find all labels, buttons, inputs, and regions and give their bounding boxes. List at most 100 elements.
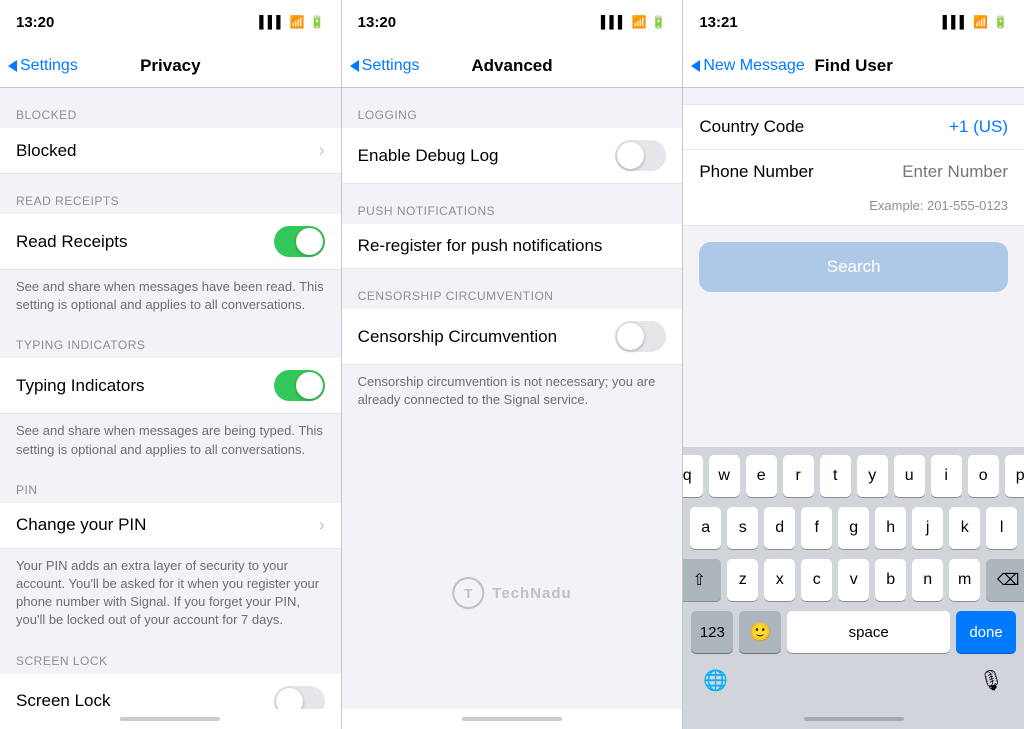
key-x[interactable]: x — [764, 559, 795, 601]
censor-toggle[interactable] — [615, 321, 666, 352]
form-row-country[interactable]: Country Code +1 (US) — [683, 104, 1024, 149]
section-header-blocked: BLOCKED — [0, 88, 341, 128]
section-header-push: PUSH NOTIFICATIONS — [342, 184, 683, 224]
key-y[interactable]: y — [857, 455, 888, 497]
key-c[interactable]: c — [801, 559, 832, 601]
home-indicator-1 — [0, 709, 341, 729]
phone-input[interactable] — [858, 162, 1008, 182]
key-u[interactable]: u — [894, 455, 925, 497]
chevron-left-icon-2 — [350, 60, 359, 72]
chevron-left-icon-1 — [8, 60, 17, 72]
country-label: Country Code — [699, 117, 804, 137]
row-read-receipts[interactable]: Read Receipts — [0, 214, 341, 270]
key-d[interactable]: d — [764, 507, 795, 549]
form-section: Country Code +1 (US) Phone Number Exampl… — [683, 104, 1024, 226]
nav-title-1: Privacy — [140, 56, 201, 76]
section-header-censor: CENSORSHIP CIRCUMVENTION — [342, 269, 683, 309]
nav-back-label-1[interactable]: Settings — [20, 57, 78, 75]
key-shift[interactable]: ⇧ — [682, 559, 721, 601]
key-globe[interactable]: 🌐 — [703, 659, 728, 701]
nav-back-1[interactable]: Settings — [8, 57, 78, 75]
debug-log-toggle[interactable] — [615, 140, 666, 171]
chevron-icon-blocked: › — [319, 140, 325, 161]
key-o[interactable]: o — [968, 455, 999, 497]
read-receipts-toggle[interactable] — [274, 226, 325, 257]
key-e[interactable]: e — [746, 455, 777, 497]
key-n[interactable]: n — [912, 559, 943, 601]
key-done[interactable]: done — [956, 611, 1016, 653]
key-k[interactable]: k — [949, 507, 980, 549]
signal-icon-1: ▌▌▌ — [259, 15, 285, 29]
row-push-notif[interactable]: Re-register for push notifications — [342, 224, 683, 269]
status-bar-1: 13:20 ▌▌▌ 📶 🔋 — [0, 0, 341, 44]
search-button[interactable]: Search — [699, 242, 1008, 292]
watermark-text: TechNadu — [492, 585, 571, 602]
push-notif-title: Re-register for push notifications — [358, 236, 667, 256]
typing-title: Typing Indicators — [16, 376, 274, 396]
status-time-1: 13:20 — [16, 14, 54, 31]
read-receipts-desc: See and share when messages have been re… — [0, 270, 341, 318]
kb-row-3: ⇧ z x c v b n m ⌫ — [687, 559, 1020, 601]
row-blocked[interactable]: Blocked › — [0, 128, 341, 174]
spacer — [683, 292, 1024, 447]
censor-title: Censorship Circumvention — [358, 327, 616, 347]
status-time-3: 13:21 — [699, 14, 737, 31]
home-bar-1 — [120, 717, 220, 721]
key-j[interactable]: j — [912, 507, 943, 549]
nav-back-2[interactable]: Settings — [350, 57, 420, 75]
key-delete[interactable]: ⌫ — [986, 559, 1024, 601]
nav-back-label-3[interactable]: New Message — [703, 57, 804, 75]
panel-finduser: 13:21 ▌▌▌ 📶 🔋 New Message Find User Coun… — [682, 0, 1024, 729]
country-value[interactable]: +1 (US) — [949, 117, 1008, 137]
key-b[interactable]: b — [875, 559, 906, 601]
example-text: Example: 201-555-0123 — [683, 194, 1024, 226]
key-q[interactable]: q — [682, 455, 702, 497]
row-screenlock[interactable]: Screen Lock — [0, 674, 341, 710]
key-p[interactable]: p — [1005, 455, 1024, 497]
row-typing[interactable]: Typing Indicators — [0, 358, 341, 414]
key-i[interactable]: i — [931, 455, 962, 497]
wifi-icon-2: 📶 — [631, 15, 646, 29]
key-mic[interactable]: 🎙 — [979, 659, 1004, 701]
status-icons-2: ▌▌▌ 📶 🔋 — [601, 15, 666, 29]
panel-privacy: 13:20 ▌▌▌ 📶 🔋 Settings Privacy BLOCKED B… — [0, 0, 341, 729]
nav-back-label-2[interactable]: Settings — [362, 57, 420, 75]
screenlock-toggle[interactable] — [274, 686, 325, 710]
panel-advanced: 13:20 ▌▌▌ 📶 🔋 Settings Advanced LOGGING … — [341, 0, 683, 729]
nav-title-3: Find User — [814, 56, 892, 76]
key-a[interactable]: a — [690, 507, 721, 549]
key-v[interactable]: v — [838, 559, 869, 601]
key-z[interactable]: z — [727, 559, 758, 601]
key-num[interactable]: 123 — [691, 611, 733, 653]
key-emoji[interactable]: 🙂 — [739, 611, 781, 653]
home-indicator-3 — [683, 709, 1024, 729]
key-g[interactable]: g — [838, 507, 869, 549]
pin-desc: Your PIN adds an extra layer of security… — [0, 549, 341, 634]
section-header-read: READ RECEIPTS — [0, 174, 341, 214]
key-h[interactable]: h — [875, 507, 906, 549]
section-header-logging: LOGGING — [342, 88, 683, 128]
battery-icon-3: 🔋 — [993, 15, 1008, 29]
form-row-phone[interactable]: Phone Number — [683, 149, 1024, 194]
key-t[interactable]: t — [820, 455, 851, 497]
scroll-content-1: BLOCKED Blocked › READ RECEIPTS Read Rec… — [0, 88, 341, 709]
key-s[interactable]: s — [727, 507, 758, 549]
nav-back-3[interactable]: New Message — [691, 57, 804, 75]
typing-desc: See and share when messages are being ty… — [0, 414, 341, 462]
read-receipts-title: Read Receipts — [16, 232, 274, 252]
row-pin[interactable]: Change your PIN › — [0, 503, 341, 549]
typing-toggle[interactable] — [274, 370, 325, 401]
key-m[interactable]: m — [949, 559, 980, 601]
kb-row-extras: 🌐 🎙 — [687, 657, 1020, 701]
row-debug-log[interactable]: Enable Debug Log — [342, 128, 683, 184]
key-space[interactable]: space — [787, 611, 950, 653]
key-l[interactable]: l — [986, 507, 1017, 549]
key-w[interactable]: w — [709, 455, 740, 497]
battery-icon-1: 🔋 — [310, 15, 325, 29]
key-r[interactable]: r — [783, 455, 814, 497]
section-header-typing: TYPING INDICATORS — [0, 318, 341, 358]
battery-icon-2: 🔋 — [651, 15, 666, 29]
key-f[interactable]: f — [801, 507, 832, 549]
row-censor[interactable]: Censorship Circumvention — [342, 309, 683, 365]
home-indicator-2 — [342, 709, 683, 729]
